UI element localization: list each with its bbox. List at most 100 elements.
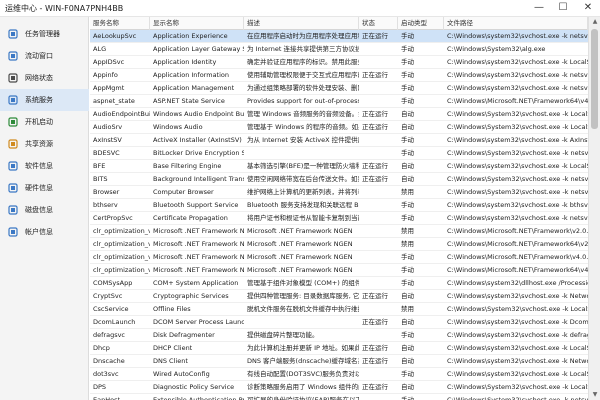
table-row[interactable]: EapHost Extensible Authentication Prot...… <box>90 394 588 400</box>
sidebar-item-software-info[interactable]: 软件信息 <box>0 155 89 177</box>
close-button[interactable]: ✕ <box>576 0 600 17</box>
sidebar-item-shared-resources[interactable]: 共享资源 <box>0 133 89 155</box>
cell-status <box>359 212 398 224</box>
table-row[interactable]: DPS Diagnostic Policy Service 诊断策略服务启用了 Wi… <box>90 381 588 394</box>
table-row[interactable]: defragsvc Disk Defragmenter 提供磁盘碎片整理功能。 手动 C… <box>90 329 588 342</box>
cell-description: 为通过组策略部署的软件处理安装、删除以... <box>247 84 359 92</box>
table-row[interactable]: AppIDSvc Application Identity 确定并验证应用程序的标识… <box>90 56 588 69</box>
table-row[interactable]: ALG Application Layer Gateway Se...为 Inte… <box>90 43 588 56</box>
cell-service-name: Dnscache <box>93 357 125 365</box>
cell-file-path: C:\Windows\Microsoft.NET\Framework\v2.0.… <box>447 227 588 235</box>
table-row[interactable]: CscService Offline Files 脱机文件服务在脱机文件缓存中执行维… <box>90 303 588 316</box>
table-row[interactable]: clr_optimization_v...Microsoft .NET Fram… <box>90 225 588 238</box>
vertical-scrollbar[interactable]: ▲ ▼ <box>588 17 600 400</box>
scroll-thumb[interactable] <box>591 29 598 129</box>
cell-display-name: Windows Audio <box>153 123 203 131</box>
title-bar: 运维中心 - WIN-F0NA7PNH4BB — ☐ ✕ <box>0 0 600 17</box>
table-row[interactable]: AeLookupSvc Application Experience 在应用程序启动… <box>90 30 588 43</box>
cell-display-name: Application Identity <box>153 58 217 66</box>
column-header-file-path[interactable]: 文件路径 <box>444 17 588 30</box>
table-row[interactable]: BITS Background Intelligent Trans... 使用空闲网… <box>90 173 588 186</box>
cell-display-name: Computer Browser <box>153 188 214 196</box>
sidebar-item-network[interactable]: 网络状态 <box>0 67 89 89</box>
maximize-button[interactable]: ☐ <box>551 0 575 17</box>
sidebar-item-floating-window[interactable]: 流动窗口 <box>0 45 89 67</box>
cell-service-name: CertPropSvc <box>93 214 133 222</box>
minimize-button[interactable]: — <box>527 0 551 17</box>
scroll-down-arrow-icon[interactable]: ▼ <box>589 390 600 400</box>
column-header-startup-type[interactable]: 启动类型 <box>398 17 444 30</box>
cell-status: 正在运行 <box>362 175 388 183</box>
cell-display-name: BitLocker Drive Encryption Se... <box>153 149 244 157</box>
cell-display-name: Diagnostic Policy Service <box>153 383 235 391</box>
sidebar-item-hardware-info[interactable]: 硬件信息 <box>0 177 89 199</box>
cell-display-name: Application Management <box>153 84 235 92</box>
cell-startup-type: 自动 <box>401 175 414 183</box>
sidebar-item-disk-info[interactable]: 磁盘信息 <box>0 199 89 221</box>
cell-service-name: dot3svc <box>93 370 119 378</box>
table-row[interactable]: Browser Computer Browser 维护网络上计算机的更新列表，并将列… <box>90 186 588 199</box>
cell-service-name: DPS <box>93 383 107 391</box>
table-row[interactable]: AxInstSV ActiveX Installer (AxInstSV) 为从 I… <box>90 134 588 147</box>
table-row[interactable]: Appinfo Application Information 使用辅助管理权限便于… <box>90 69 588 82</box>
table-row[interactable]: BDESVC BitLocker Drive Encryption Se... 手动… <box>90 147 588 160</box>
window-title: 运维中心 - WIN-F0NA7PNH4BB <box>5 4 124 13</box>
cell-status: 正在运行 <box>362 292 388 300</box>
table-row[interactable]: DcomLaunch DCOM Server Process Launc... 正在… <box>90 316 588 329</box>
cell-file-path: C:\Windows\System32\svchost.exe -k netsv… <box>447 396 588 400</box>
cell-status <box>359 199 398 211</box>
sidebar-item-account-info[interactable]: 帐户信息 <box>0 221 89 243</box>
cell-file-path: C:\Windows\system32\svchost.exe -k AxIns… <box>447 136 588 144</box>
sidebar-item-task-manager[interactable]: 任务管理器 <box>0 23 89 45</box>
table-row[interactable]: AppMgmt Application Management 为通过组策略部署的软件… <box>90 82 588 95</box>
cell-startup-type: 手动 <box>401 58 414 66</box>
table-row[interactable]: AudioSrv Windows Audio 管理基于 Windows 的程序的音频… <box>90 121 588 134</box>
table-row[interactable]: AudioEndpointBui...Windows Audio Endpoin… <box>90 108 588 121</box>
cell-startup-type: 手动 <box>401 331 414 339</box>
cell-startup-type: 手动 <box>401 149 414 157</box>
sidebar-item-services[interactable]: 系统服务 <box>0 89 89 111</box>
table-row[interactable]: clr_optimization_v...Microsoft .NET Fram… <box>90 251 588 264</box>
table-row[interactable]: clr_optimization_v...Microsoft .NET Fram… <box>90 264 588 277</box>
cell-file-path: C:\Windows\Microsoft.NET\Framework64\v4.… <box>447 266 588 274</box>
column-header-status[interactable]: 状态 <box>359 17 398 30</box>
cell-status: 正在运行 <box>362 357 388 365</box>
column-header-service-name[interactable]: 服务名称 <box>90 17 150 30</box>
sidebar-item-startup[interactable]: 开机启动 <box>0 111 89 133</box>
scroll-up-arrow-icon[interactable]: ▲ <box>589 17 600 27</box>
cell-file-path: C:\Windows\System32\svchost.exe -k Local… <box>447 123 588 131</box>
table-row[interactable]: COMSysApp COM+ System Application 管理基于组件对象… <box>90 277 588 290</box>
cell-service-name: COMSysApp <box>93 279 133 287</box>
cell-description: DNS 客户端服务(dnscache)缓存域名系统... <box>247 357 359 365</box>
cell-startup-type: 自动 <box>401 318 414 326</box>
cell-description: 有线自动配置(DOT3SVC)服务负责对以太... <box>247 370 359 378</box>
table-row[interactable]: CryptSvc Cryptographic Services 提供四种管理服务: … <box>90 290 588 303</box>
cell-service-name: AppIDSvc <box>93 58 125 66</box>
table-row[interactable]: BFE Base Filtering Engine 基本筛选引擎(BFE)是一种管理… <box>90 160 588 173</box>
cell-display-name: ActiveX Installer (AxInstSV) <box>153 136 242 144</box>
cell-description: Microsoft .NET Framework NGEN <box>247 240 353 248</box>
cell-startup-type: 手动 <box>401 253 414 261</box>
table-row[interactable]: aspnet_state ASP.NET State Service Provide… <box>90 95 588 108</box>
task-manager-icon <box>8 29 18 39</box>
column-header-display-name[interactable]: 显示名称 <box>150 17 244 30</box>
cell-file-path: C:\Windows\System32\svchost.exe -k netsv… <box>447 188 588 196</box>
cell-status <box>359 95 398 107</box>
cell-service-name: clr_optimization_v... <box>93 240 150 248</box>
cell-display-name: DHCP Client <box>153 344 193 352</box>
table-row[interactable]: dot3svc Wired AutoConfig 有线自动配置(DOT3SVC)服务… <box>90 368 588 381</box>
table-row[interactable]: CertPropSvc Certificate Propagation 将用户证书和… <box>90 212 588 225</box>
table-row[interactable]: bthserv Bluetooth Support Service Bluetoot… <box>90 199 588 212</box>
cell-startup-type: 手动 <box>401 370 414 378</box>
network-icon <box>8 73 18 83</box>
cell-file-path: C:\Windows\system32\svchost.exe -k Local… <box>447 370 588 378</box>
table-row[interactable]: Dhcp DHCP Client 为此计算机注册并更新 IP 地址。如果此服...正… <box>90 342 588 355</box>
cell-description: 将用户证书和根证书从智能卡复制到当前用... <box>247 214 359 222</box>
table-row[interactable]: clr_optimization_v... Microsoft .NET Fram… <box>90 238 588 251</box>
cell-description: 管理基于组件对象模型 (COM+) 的组件的... <box>247 279 359 287</box>
cell-service-name: Browser <box>93 188 120 196</box>
column-header-description[interactable]: 描述 <box>244 17 359 30</box>
table-row[interactable]: Dnscache DNS Client DNS 客户端服务(dnscache)缓存域… <box>90 355 588 368</box>
cell-description: 确定并验证应用程序的标识。禁用此服务将... <box>247 58 359 66</box>
cell-status <box>359 134 398 146</box>
